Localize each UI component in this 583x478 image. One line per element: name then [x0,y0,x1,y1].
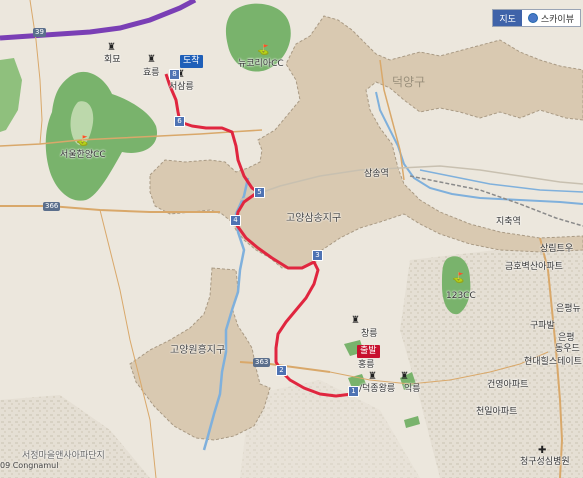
label-hoeryong: 회묘 [104,55,121,65]
tomb-icon-hyoreung: ♜ [147,54,156,65]
label-123cc: 123CC [446,291,476,301]
road-shield-363: 363 [253,358,271,367]
label-hyoreung: 효릉 [143,68,160,78]
label-geonyeong-apt: 건영아파트 [487,380,529,390]
golf-icon-newkorea: ⛳ [257,45,270,56]
copyright-text: 09 Congnamul [0,461,59,470]
label-eunpyeong-area: 은평 [558,333,575,343]
label-changreung: 창릉 [361,329,378,339]
label-seoul-hanyang-cc: 서울한양CC [60,150,106,160]
label-cheonggu-hospital: 청구성심병원 [520,457,570,467]
label-seojeong-cemetery: 서정마을앤사아파단지 [22,451,105,461]
tomb-icon-ikreung: ♜ [400,371,409,382]
road-shield-366: 366 [43,202,61,211]
tomb-icon-hoeryong: ♜ [107,42,116,53]
district-label-wonheung: 고양원흥지구 [170,345,226,356]
skyview-button[interactable]: 스카이뷰 [522,10,580,26]
label-deokjong: /덕종왕릉 [359,384,396,394]
road-shield-39: 39 [33,28,46,37]
route-waypoint[interactable]: 4 [230,215,241,226]
district-label-samsong: 고양삼송지구 [286,213,342,224]
label-seosamreung: 서삼릉 [169,82,194,92]
label-sangrim-town: 상림트우 [540,244,574,254]
route-start-marker[interactable]: 출발 [357,345,380,358]
route-waypoint[interactable]: 1 [348,386,359,397]
tomb-icon-deokjong: ♜ [368,371,377,382]
label-hongreung: 홍릉 [358,360,375,370]
label-cheonil-apt: 천일아파트 [476,407,518,417]
label-ikreung: 익릉 [404,384,421,394]
map-canvas[interactable]: 덕양구 고양삼송지구 고양원흥지구 ♜ 회묘 ♜ 효릉 ♜ 서삼릉 ⛳ 뉴코리아… [0,0,583,478]
label-samsong-station: 삼송역 [364,169,389,179]
route-waypoint[interactable]: 6 [174,116,185,127]
route-waypoint[interactable]: 2 [276,365,287,376]
label-eunpyeong-dong: 동우드 [555,344,580,354]
route-waypoint[interactable]: 8 [169,69,180,80]
map-type-control: 지도 스카이뷰 [492,9,581,27]
skyview-label: 스카이뷰 [540,14,574,25]
golf-icon-hanyang: ⛳ [76,136,89,147]
label-jichuk-station: 지축역 [496,217,521,227]
route-waypoint[interactable]: 5 [254,187,265,198]
label-gupabal: 구파발 [530,321,555,331]
hospital-icon: ✚ [538,445,547,456]
label-eunpyeong-town: 은평뉴 [556,304,581,314]
golf-icon-123cc: ⛳ [452,273,465,284]
label-new-korea-cc: 뉴코리아CC [238,59,284,69]
map-view-button[interactable]: 지도 [493,10,522,26]
label-geumho-apt: 금호벽산아파트 [505,262,563,272]
route-waypoint[interactable]: 3 [312,250,323,261]
skyview-icon [527,13,538,23]
label-dukyang-gu: 덕양구 [392,75,426,89]
tomb-icon-changreung: ♜ [351,315,360,326]
route-end-marker[interactable]: 도착 [180,55,203,68]
label-hyundai-apt: 현대힐스테이트 [524,357,582,367]
